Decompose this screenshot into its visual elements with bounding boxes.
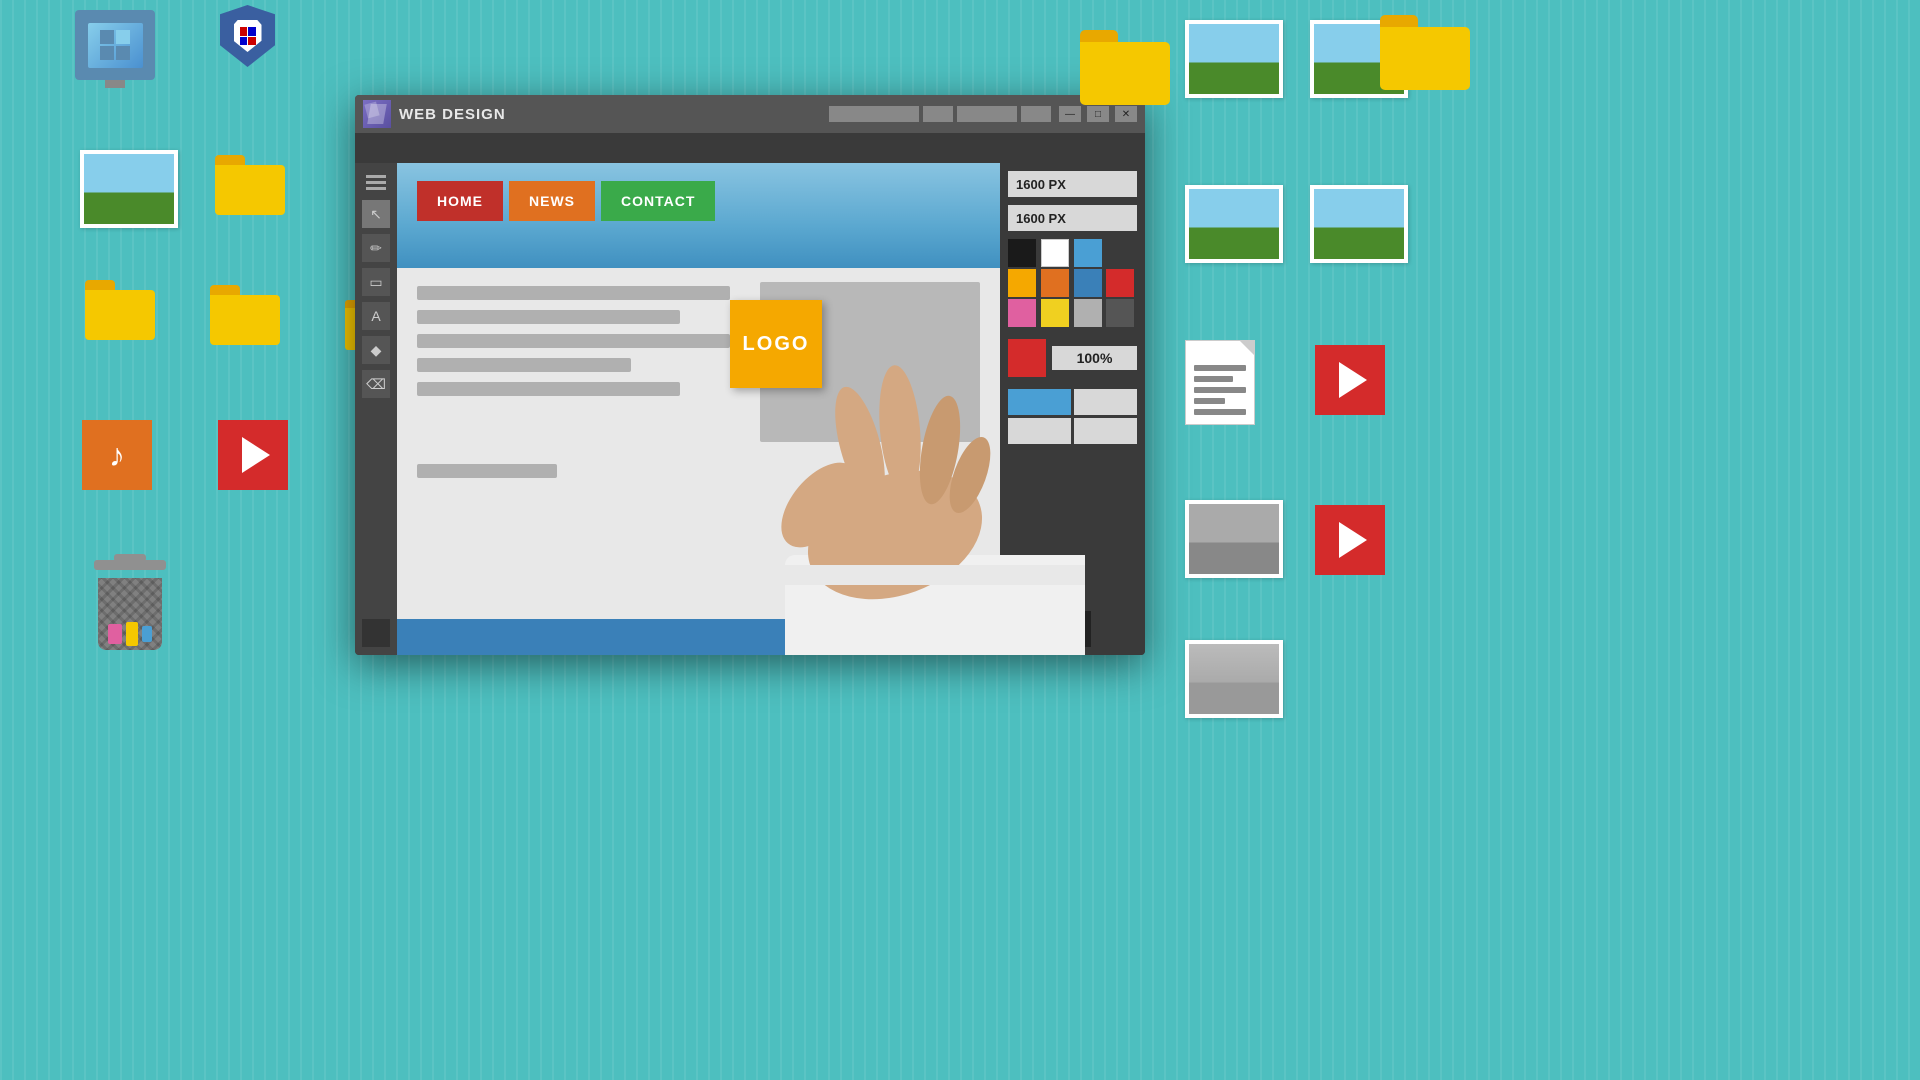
swatch-11[interactable] — [1106, 299, 1134, 327]
grid-blue[interactable] — [1008, 389, 1071, 415]
canvas-header: HOME NEWS CONTACT — [397, 163, 1000, 268]
swatch-3[interactable] — [1106, 239, 1134, 267]
left-tool-panel: ↖ ✏ ▭ A ◆ ⌫ — [355, 163, 397, 655]
nav-contact-button[interactable]: CONTACT — [601, 181, 715, 221]
icon-grid — [1008, 389, 1137, 444]
folder-left-1 — [215, 155, 285, 215]
canvas-nav: HOME NEWS CONTACT — [397, 163, 1000, 221]
diamond-tool[interactable]: ◆ — [362, 336, 390, 364]
canvas-area: HOME NEWS CONTACT LOGO — [397, 163, 1000, 655]
height-field[interactable]: 1600 PX — [1008, 205, 1137, 231]
menu-icon[interactable] — [362, 171, 390, 194]
folder-left-2 — [85, 280, 160, 345]
content-line-5 — [417, 382, 680, 396]
right-panel: 1600 PX 1600 PX 100% — [1000, 163, 1145, 655]
monitor-desktop-icon — [75, 10, 155, 80]
red-swatch-large[interactable] — [1008, 339, 1046, 377]
width-field[interactable]: 1600 PX — [1008, 171, 1137, 197]
play-icon-bottom-right — [1315, 505, 1385, 575]
layer-tool[interactable] — [362, 619, 390, 647]
photo-card-right-1 — [1185, 20, 1283, 98]
swatch-0[interactable] — [1008, 239, 1036, 267]
grid-white-3[interactable] — [1074, 418, 1137, 444]
nav-home-button[interactable]: HOME — [417, 181, 503, 221]
content-line-1 — [417, 286, 730, 300]
swatch-4[interactable] — [1008, 269, 1036, 297]
swatch-1[interactable] — [1041, 239, 1069, 267]
swatch-5[interactable] — [1041, 269, 1069, 297]
folder-right-large — [1080, 30, 1170, 105]
swatch-2[interactable] — [1074, 239, 1102, 267]
logo-sticky-note[interactable]: LOGO — [730, 300, 822, 388]
title-bar: WEB DESIGN — □ ✕ — [355, 95, 1145, 133]
window-title: WEB DESIGN — [399, 106, 829, 123]
swatch-10[interactable] — [1074, 299, 1102, 327]
color-palette — [1008, 239, 1137, 327]
shield-desktop-icon — [220, 5, 275, 67]
maximize-button[interactable]: □ — [1087, 106, 1109, 122]
window-controls: — □ ✕ — [1059, 106, 1137, 122]
rectangle-tool[interactable]: ▭ — [362, 268, 390, 296]
folder-right-2 — [1380, 15, 1470, 90]
minimize-button[interactable]: — — [1059, 106, 1081, 122]
swatch-7[interactable] — [1106, 269, 1134, 297]
folder-left-3 — [210, 285, 285, 350]
photo-card-right-3 — [1185, 185, 1283, 263]
swatch-6[interactable] — [1074, 269, 1102, 297]
cursor-tool[interactable]: ↖ — [362, 200, 390, 228]
play-icon-right-mid — [1315, 345, 1385, 415]
grid-white-2[interactable] — [1008, 418, 1071, 444]
footer-content-line — [417, 464, 557, 478]
canvas-footer-bar — [397, 619, 1000, 655]
content-line-3 — [417, 334, 730, 348]
content-lines — [417, 282, 746, 442]
zoom-area: 100% — [1008, 339, 1137, 377]
swatch-8[interactable] — [1008, 299, 1036, 327]
canvas-body: LOGO — [397, 268, 1000, 456]
text-tool[interactable]: A — [362, 302, 390, 330]
content-line-2 — [417, 310, 680, 324]
app-window: WEB DESIGN — □ ✕ ↖ ✏ ▭ A ◆ ⌫ 1600 — [355, 95, 1145, 655]
app-icon — [363, 100, 391, 128]
swatch-9[interactable] — [1041, 299, 1069, 327]
content-line-4 — [417, 358, 631, 372]
zoom-label: 100% — [1052, 346, 1137, 370]
play-desktop-icon-left — [218, 420, 288, 490]
photo-bottom-right-1 — [1185, 500, 1283, 578]
eraser-tool[interactable]: ⌫ — [362, 370, 390, 398]
nav-news-button[interactable]: NEWS — [509, 181, 595, 221]
doc-lines-icon — [1185, 340, 1255, 425]
trash-can-icon — [90, 560, 170, 650]
bottom-square — [1055, 611, 1091, 647]
close-button[interactable]: ✕ — [1115, 106, 1137, 122]
photo-card-right-4 — [1310, 185, 1408, 263]
photo-bottom-right-2 — [1185, 640, 1283, 718]
music-desktop-icon: ♪ — [82, 420, 152, 490]
grid-white-1[interactable] — [1074, 389, 1137, 415]
sidebar-placeholder: LOGO — [760, 282, 980, 442]
pencil-tool[interactable]: ✏ — [362, 234, 390, 262]
photo-card-left-1 — [80, 150, 178, 228]
